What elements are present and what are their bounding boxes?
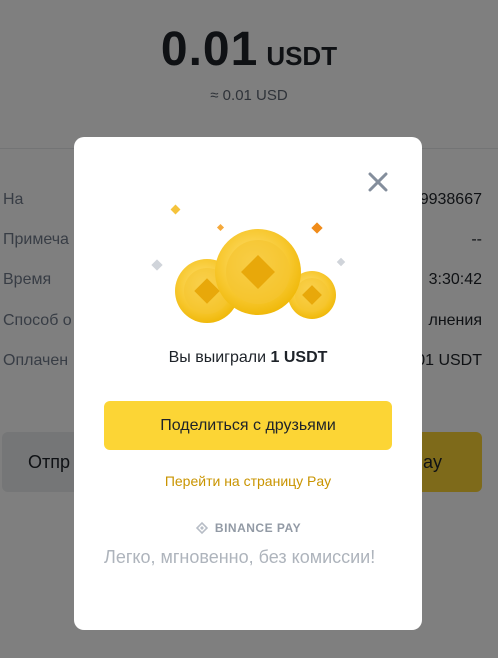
sparkle-icon xyxy=(216,223,225,232)
sparkle-icon xyxy=(336,257,346,267)
sparkle-icon xyxy=(311,222,323,234)
binance-pay-logo: BINANCE PAY xyxy=(74,521,422,535)
win-prefix: Вы выиграли xyxy=(168,349,267,366)
tagline: Легко, мгновенно, без комиссии! xyxy=(104,547,376,567)
coins-illustration xyxy=(151,204,346,323)
win-message: Вы выиграли 1 USDT xyxy=(74,349,422,367)
share-with-friends-button[interactable]: Поделиться с друзьями xyxy=(104,401,392,450)
sparkle-icon xyxy=(170,204,181,215)
sparkle-icon xyxy=(151,259,163,271)
go-to-pay-link[interactable]: Перейти на страницу Pay xyxy=(74,473,422,489)
close-icon[interactable] xyxy=(366,170,390,194)
reward-modal: Вы выиграли 1 USDT Поделиться с друзьями… xyxy=(74,137,422,630)
brand-label: BINANCE PAY xyxy=(214,521,302,535)
win-amount: 1 USDT xyxy=(270,349,328,366)
binance-logo-icon xyxy=(195,521,208,535)
